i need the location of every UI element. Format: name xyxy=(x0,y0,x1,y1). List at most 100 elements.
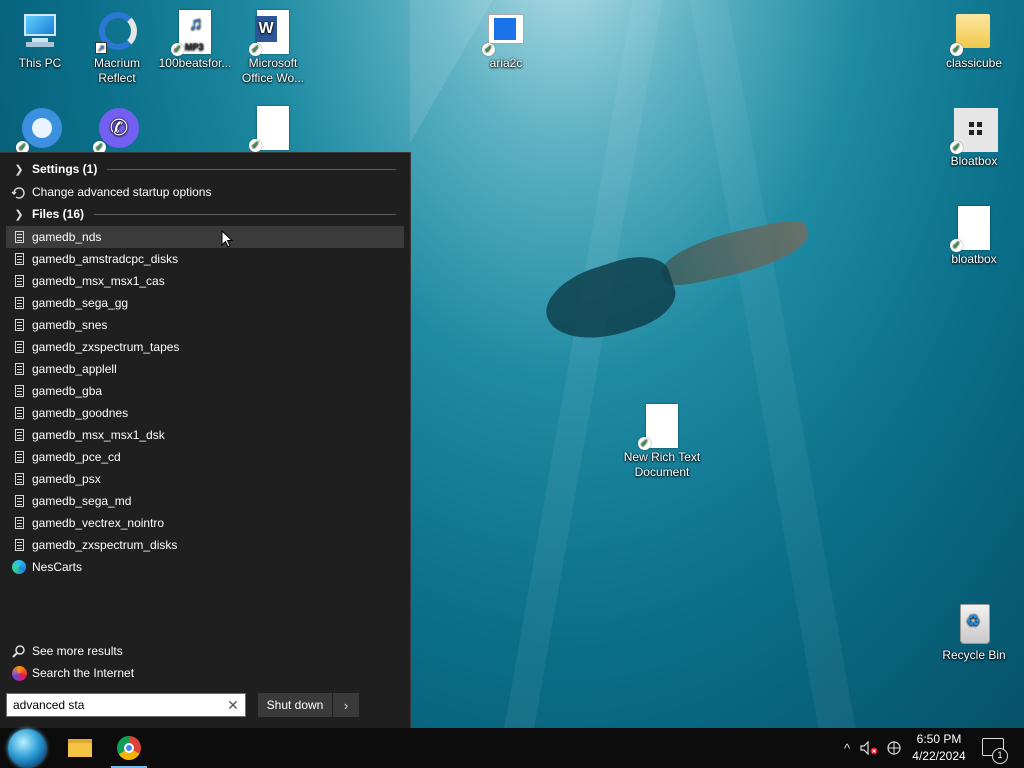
text-file-icon: ✓ xyxy=(950,206,996,252)
settings-icon xyxy=(6,184,32,200)
desktop-icon-bloatbox-app[interactable]: ✓ Bloatbox xyxy=(934,108,1014,169)
recycle-bin-icon: ♻ xyxy=(952,602,996,646)
chrome-icon: ✓ xyxy=(16,108,62,154)
see-more-results[interactable]: See more results xyxy=(6,640,404,662)
file-result[interactable]: gamedb_nds xyxy=(6,226,404,248)
desktop-icon-label: bloatbox xyxy=(951,252,997,266)
file-result[interactable]: gamedb_vectrex_nointro xyxy=(6,512,404,534)
file-icon xyxy=(14,231,24,243)
file-icon xyxy=(14,407,24,419)
desktop-icon-word[interactable]: W ✓ Microsoft Office Wo... xyxy=(233,10,313,86)
desktop-icon-label: aria2c xyxy=(489,56,523,70)
desktop-icon-viber[interactable]: ✆ ✓ xyxy=(77,108,157,154)
clock-time: 6:50 PM xyxy=(916,732,962,746)
file-result[interactable]: gamedb_zxspectrum_disks xyxy=(6,534,404,556)
clear-search-icon[interactable]: ✕ xyxy=(221,697,245,714)
desktop-icon-label: New Rich Text Document xyxy=(623,450,701,479)
folder-icon: ✓ xyxy=(950,10,996,56)
files-section-header[interactable]: ❯ Files (16) xyxy=(6,203,404,225)
file-result[interactable]: gamedb_applell xyxy=(6,358,404,380)
macrium-icon: ↗ xyxy=(95,10,139,54)
sync-check-icon: ✓ xyxy=(950,141,963,154)
file-icon xyxy=(14,495,24,507)
file-icon xyxy=(14,275,24,287)
word-document-icon: W ✓ xyxy=(249,10,295,56)
file-icon xyxy=(14,341,24,353)
mouse-cursor-icon xyxy=(221,230,233,248)
settings-section-header[interactable]: ❯ Settings (1) xyxy=(6,158,404,180)
sync-check-icon: ✓ xyxy=(171,43,184,56)
sync-check-icon: ✓ xyxy=(249,43,262,56)
file-result[interactable]: gamedb_snes xyxy=(6,314,404,336)
section-divider xyxy=(94,213,396,215)
sync-check-icon: ✓ xyxy=(638,437,651,450)
search-input[interactable] xyxy=(7,697,221,713)
chevron-right-icon: ❯ xyxy=(14,163,24,176)
file-result[interactable]: gamedb_zxspectrum_tapes xyxy=(6,336,404,358)
desktop-icon-aria2c[interactable]: ✓ aria2c xyxy=(466,10,546,71)
shut-down-button[interactable]: Shut down xyxy=(258,693,332,717)
desktop-icon-label: This PC xyxy=(18,56,62,70)
desktop-icon-macrium-reflect[interactable]: ↗ Macrium Reflect xyxy=(77,10,157,86)
rich-text-document-icon: ✓ xyxy=(638,404,684,450)
file-result[interactable]: gamedb_msx_msx1_dsk xyxy=(6,424,404,446)
start-search-panel: ❯ Settings (1) Change advanced startup o… xyxy=(0,152,411,729)
start-button[interactable] xyxy=(8,729,46,767)
notification-count-badge: 1 xyxy=(992,748,1008,764)
firefox-icon xyxy=(6,665,32,681)
chrome-icon xyxy=(117,736,141,760)
file-result[interactable]: gamedb_amstradcpc_disks xyxy=(6,248,404,270)
file-result[interactable]: gamedb_msx_msx1_cas xyxy=(6,270,404,292)
desktop-icon-mp3[interactable]: ♫ MP3 ✓ 100beatsfor... xyxy=(155,10,235,71)
taskbar-file-explorer[interactable] xyxy=(58,728,102,768)
document-icon: ✓ xyxy=(249,106,295,152)
desktop-icon-document[interactable]: ✓ xyxy=(233,106,313,152)
chevron-right-icon: ❯ xyxy=(14,208,24,221)
desktop-icon-recycle-bin[interactable]: ♻ Recycle Bin xyxy=(934,602,1014,663)
file-icon xyxy=(14,429,24,441)
computer-icon xyxy=(18,10,62,54)
search-field[interactable]: ✕ xyxy=(6,693,246,717)
desktop-icon-chrome[interactable]: ✓ xyxy=(0,108,80,154)
search-the-internet[interactable]: Search the Internet xyxy=(6,662,404,684)
file-icon xyxy=(14,297,24,309)
search-icon xyxy=(6,644,32,658)
file-result[interactable]: gamedb_goodnes xyxy=(6,402,404,424)
file-icon xyxy=(14,319,24,331)
application-icon: ✓ xyxy=(482,10,528,56)
bloatbox-icon: ✓ xyxy=(950,108,998,154)
desktop-icon-classicube[interactable]: ✓ classicube xyxy=(934,10,1014,71)
sync-check-icon: ✓ xyxy=(482,43,495,56)
audio-file-icon: ♫ MP3 ✓ xyxy=(171,10,217,56)
file-icon xyxy=(14,363,24,375)
desktop-icon-label: 100beatsfor... xyxy=(158,56,232,70)
network-icon[interactable] xyxy=(884,728,906,768)
file-result[interactable]: gamedb_psx xyxy=(6,468,404,490)
taskbar-clock[interactable]: 6:50 PM 4/22/2024 xyxy=(906,731,972,765)
web-result-nescarts[interactable]: NesCarts xyxy=(6,556,404,578)
wallpaper-diver-fin xyxy=(657,216,813,290)
volume-muted-icon[interactable] xyxy=(858,728,880,768)
show-hidden-icons-chevron[interactable]: ^ xyxy=(838,728,856,768)
desktop-icon-this-pc[interactable]: This PC xyxy=(0,10,80,71)
edge-icon xyxy=(12,560,26,574)
desktop-icon-new-rtf[interactable]: ✓ New Rich Text Document xyxy=(622,404,702,480)
sync-check-icon: ✓ xyxy=(249,139,262,152)
power-options-arrow-button[interactable]: › xyxy=(333,693,359,717)
file-result[interactable]: gamedb_gba xyxy=(6,380,404,402)
desktop-icon-bloatbox-file[interactable]: ✓ bloatbox xyxy=(934,206,1014,267)
file-result[interactable]: gamedb_sega_gg xyxy=(6,292,404,314)
desktop-icon-label: Microsoft Office Wo... xyxy=(241,56,305,85)
desktop-icon-label: Bloatbox xyxy=(950,154,998,168)
file-icon xyxy=(14,473,24,485)
result-change-advanced-startup[interactable]: Change advanced startup options xyxy=(6,181,404,203)
file-result[interactable]: gamedb_sega_md xyxy=(6,490,404,512)
sync-check-icon: ✓ xyxy=(950,239,963,252)
desktop-icon-label: classicube xyxy=(945,56,1003,70)
desktop-icon-label: Macrium Reflect xyxy=(93,56,140,85)
wallpaper-diver xyxy=(537,246,683,354)
file-result[interactable]: gamedb_pce_cd xyxy=(6,446,404,468)
file-icon xyxy=(14,517,24,529)
taskbar-chrome[interactable] xyxy=(107,728,151,768)
sync-check-icon: ✓ xyxy=(950,43,963,56)
